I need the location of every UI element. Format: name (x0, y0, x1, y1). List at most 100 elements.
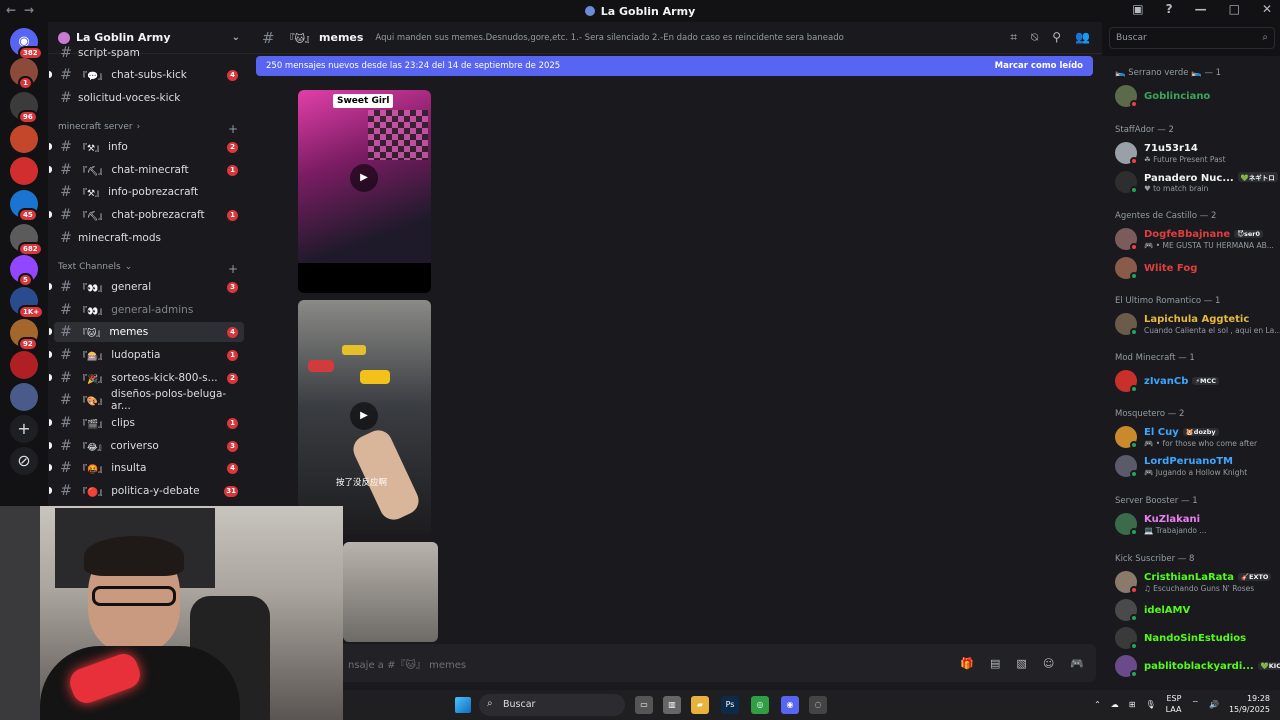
chevron-up-icon[interactable]: ⌃ (1094, 700, 1101, 709)
channel-minecraft-mods[interactable]: # minecraft-mods (54, 228, 244, 248)
member-item[interactable]: idelAMV (1115, 597, 1275, 623)
threads-icon[interactable]: ⌗ (1010, 30, 1017, 45)
message-input[interactable]: nsaje a #『🐱』 memes 🎁 ▤ ▧ ☺ 🎮 (256, 644, 1096, 682)
add-server-icon[interactable]: + (10, 415, 38, 443)
wifi-icon[interactable]: ⌔ (1191, 699, 1199, 709)
inbox-icon[interactable]: ▣ (1132, 2, 1143, 16)
member-item[interactable]: Goblinciano (1115, 83, 1275, 109)
status-indicator (1130, 243, 1138, 251)
members-icon[interactable]: 👥 (1075, 30, 1090, 45)
member-item[interactable]: Panadero Nuc... 💚ネギトロ ♥ to match brain (1115, 169, 1278, 195)
channel-label: diseños-polos-beluga-ar... (111, 388, 227, 412)
channel-politica-y-debate[interactable]: # 『🔴』 politica-y-debate 31 (49, 481, 244, 501)
member-item[interactable]: El Cuy 🐹dozby 🎮 • for those who come after (1115, 424, 1275, 450)
language-indicator[interactable]: ESP LAA (1166, 693, 1182, 715)
category-text-channels[interactable]: Text Channels ⌄ + (58, 262, 238, 276)
cloud-icon[interactable]: ☁ (1111, 700, 1119, 709)
unread-indicator (49, 419, 52, 426)
taskbar-search[interactable]: ⌕ Buscar (479, 694, 625, 716)
server-icon-server-5[interactable] (10, 157, 38, 185)
member-item[interactable]: 71u53r14 ☘ Future Present Past (1115, 140, 1275, 166)
add-channel-icon[interactable]: + (228, 122, 238, 136)
member-item[interactable]: NandoSinEstudios (1115, 625, 1275, 651)
channel-chat-pobrezacraft[interactable]: # 『⛏』 chat-pobrezacraft 1 (49, 205, 244, 225)
pin-icon[interactable]: ⚲ (1052, 30, 1061, 45)
add-channel-icon[interactable]: + (228, 262, 238, 276)
taskbar-app-2-icon[interactable]: ▥ (663, 696, 681, 714)
channel-solicitud-voces-kick[interactable]: # solicitud-voces-kick (54, 88, 244, 108)
hash-icon: # (60, 67, 72, 83)
emoji-icon[interactable]: ☺ (1043, 657, 1054, 670)
member-item[interactable]: zIvanCb ⚡MCC (1115, 368, 1275, 394)
channel-chat-minecraft[interactable]: # 『⛏』 chat-minecraft 1 (49, 160, 244, 180)
member-item[interactable]: pablitoblackyardi...💚KICK (1115, 653, 1280, 679)
member-item[interactable]: KuZlakani 💻 Trabajando ... (1115, 511, 1275, 537)
volume-icon[interactable]: 🔊 (1209, 700, 1219, 709)
channel-general-admins[interactable]: # 『👀』 general-admins (54, 300, 244, 320)
channel-insulta[interactable]: # 『🤬』 insulta 4 (49, 458, 244, 478)
help-icon[interactable]: ? (1166, 2, 1173, 16)
taskbar-app-7-icon[interactable]: ◌ (809, 696, 827, 714)
member-item[interactable]: DogfeBbajnane 😈ser0 🎮 • ME GUSTA TU HERMAN… (1115, 226, 1275, 252)
clock[interactable]: 19:28 15/9/2025 (1229, 693, 1270, 715)
member-item[interactable]: Lapichula Aggtetic Cuando Calienta el sol… (1115, 311, 1280, 337)
channel-script-spam[interactable]: # script-spam (54, 43, 244, 63)
channel-info[interactable]: # 『⚒』 info 2 (49, 137, 244, 157)
search-icon: ⌕ (1262, 32, 1268, 43)
taskbar-search-label: Buscar (503, 699, 536, 710)
explore-icon[interactable]: ⊘ (10, 447, 38, 475)
network-icon[interactable]: ⊞ (1129, 700, 1136, 709)
video-attachment[interactable] (343, 542, 438, 642)
status-indicator (1130, 642, 1138, 650)
member-item[interactable]: CristhianLaRata 🎸EXTO ♫ Escuchando Guns N'… (1115, 569, 1275, 595)
channel-info-pobrezacraft[interactable]: # 『⚒』 info-pobrezacraft (54, 182, 244, 202)
member-item[interactable]: Wlite Fog (1115, 255, 1275, 281)
chevron-down-icon[interactable]: ⌄ (232, 32, 240, 43)
channel-diseos-polos-beluga-ar[interactable]: # 『🎨』 diseños-polos-beluga-ar... (54, 388, 244, 412)
search-input[interactable]: Buscar ⌕ (1109, 27, 1275, 49)
unread-indicator (49, 328, 52, 335)
mark-as-read-button[interactable]: Marcar como leído (995, 61, 1083, 71)
close-button[interactable]: ✕ (1262, 2, 1272, 16)
channel-chat-subs-kick[interactable]: # 『💬』 chat-subs-kick 4 (49, 65, 244, 85)
taskbar-photoshop-icon[interactable]: Ps (721, 696, 739, 714)
bell-mute-icon[interactable]: ⍉ (1031, 30, 1038, 45)
start-icon[interactable] (455, 697, 471, 713)
mic-icon[interactable]: 🎙 (1146, 700, 1156, 709)
play-icon[interactable]: ▶ (350, 402, 378, 430)
category-minecraft-server[interactable]: minecraft server › + (58, 122, 238, 136)
gift-icon[interactable]: 🎁 (960, 657, 974, 670)
unread-indicator (49, 71, 52, 78)
taskbar-task-view-icon[interactable]: ▭ (635, 696, 653, 714)
taskbar-chrome-icon[interactable]: ◎ (751, 696, 769, 714)
member-item[interactable]: LordPeruanoTM 🎮 Jugando a Hollow Knight (1115, 453, 1275, 479)
taskbar-discord-icon[interactable]: ◉ (781, 696, 799, 714)
gif-icon[interactable]: ▤ (990, 657, 1000, 670)
taskbar-file-explorer-icon[interactable]: ▰ (691, 696, 709, 714)
channel-coriverso[interactable]: # 『😂』 coriverso 3 (49, 436, 244, 456)
play-icon[interactable]: ▶ (350, 164, 378, 192)
server-icon-server-11[interactable] (10, 351, 38, 379)
maximize-button[interactable]: □ (1229, 2, 1240, 16)
member-tag: ⚡MCC (1192, 377, 1220, 385)
hash-icon: # (60, 302, 72, 318)
channel-topic[interactable]: Aqui manden sus memes.Desnudos,gore,etc.… (375, 33, 843, 43)
role-header: Kick Suscriber — 8 (1115, 554, 1195, 564)
channel-general[interactable]: # 『👀』 general 3 (49, 277, 244, 297)
minimize-button[interactable]: — (1195, 2, 1207, 16)
video-attachment[interactable]: ▶ 按了没反应啊 (298, 300, 431, 535)
channel-emoji: 『💬』 (78, 71, 108, 82)
channel-ludopatia[interactable]: # 『🎰』 ludopatia 1 (49, 345, 244, 365)
channel-emoji: 『⚒』 (78, 143, 105, 154)
new-messages-bar[interactable]: 250 mensajes nuevos desde las 23:24 del … (256, 56, 1093, 76)
apps-icon[interactable]: 🎮 (1070, 657, 1084, 670)
server-icon-server-12[interactable] (10, 383, 38, 411)
sticker-icon[interactable]: ▧ (1016, 657, 1026, 670)
server-icon-server-4[interactable] (10, 125, 38, 153)
unread-indicator (49, 464, 52, 471)
channel-clips[interactable]: # 『🎬』 clips 1 (49, 413, 244, 433)
channel-sorteos-kick-800-s[interactable]: # 『🎉』 sorteos-kick-800-s... 2 (49, 368, 244, 388)
history-nav[interactable]: ←→ (6, 3, 42, 17)
channel-memes[interactable]: # 『🐱』 memes 4 (49, 322, 244, 342)
video-attachment[interactable]: Sweet Girl ▶ (298, 90, 431, 293)
